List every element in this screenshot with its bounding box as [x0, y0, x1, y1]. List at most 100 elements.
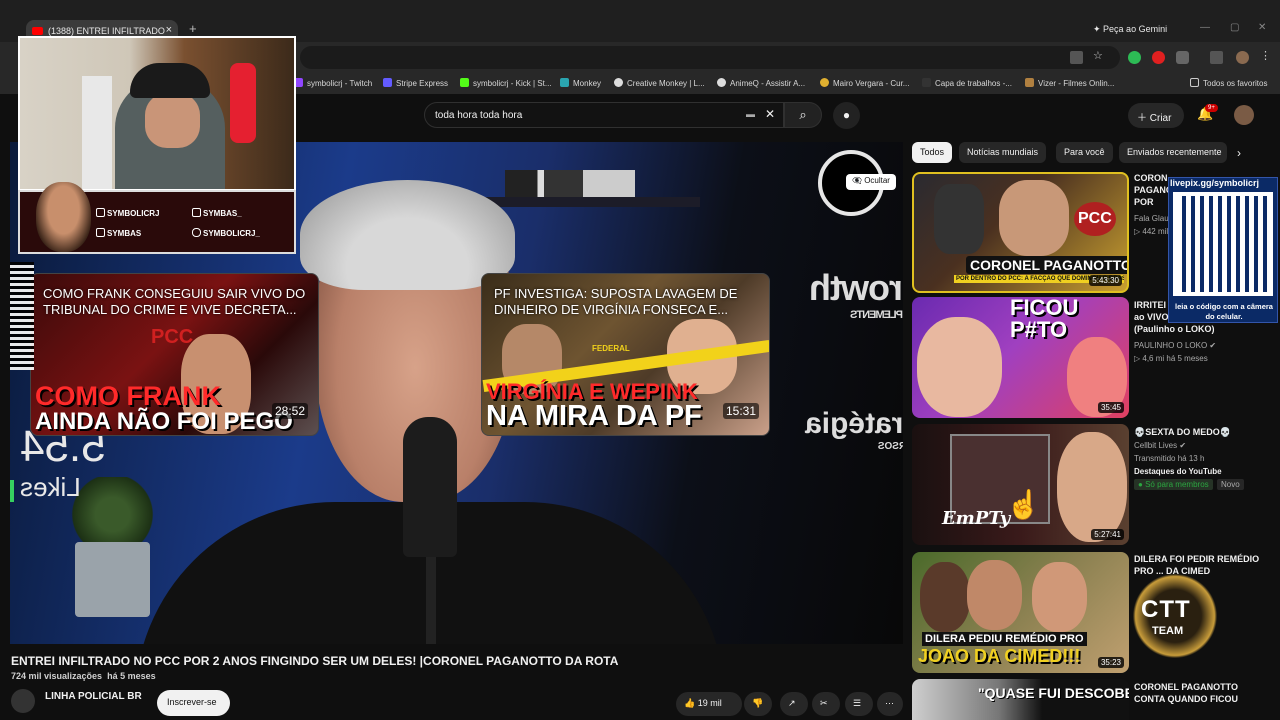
search-value: toda hora toda hora — [435, 110, 523, 121]
new-tab-icon[interactable]: + — [189, 21, 197, 36]
thumb-headline: DILERA PEDIU REMÉDIO PRO — [922, 632, 1087, 646]
members-only-badge: ● Só para membros — [1134, 479, 1213, 490]
likes-word: Likes — [20, 472, 81, 502]
thumb-person — [934, 184, 984, 254]
card-duration: 28:52 — [271, 403, 308, 419]
thumb-person — [1057, 432, 1127, 542]
bookmark-item[interactable]: symbolicrj - Kick | St... — [460, 78, 552, 88]
search-icon: ⌕ — [799, 107, 807, 122]
bookmark-item[interactable]: Monkey — [560, 78, 601, 88]
thumb-duration: 35:45 — [1097, 402, 1124, 413]
extensions-puzzle-icon[interactable] — [1176, 51, 1189, 64]
bookmark-item[interactable]: Vizer - Filmes Onlin... — [1025, 78, 1114, 88]
keyboard-icon[interactable]: ▬ — [746, 109, 755, 119]
close-window-icon[interactable]: ✕ — [1258, 22, 1266, 33]
maximize-icon[interactable]: ▢ — [1230, 22, 1239, 33]
clear-search-icon[interactable]: ✕ — [765, 107, 775, 121]
sidebar-thumbnail[interactable]: DILERA PEDIU REMÉDIO PRO JOAO DA CIMED!!… — [912, 552, 1129, 673]
chip-for-you[interactable]: Para você — [1056, 142, 1113, 163]
video-title: ENTREI INFILTRADO NO PCC POR 2 ANOS FING… — [11, 654, 619, 668]
tab-title: (1388) ENTREI INFILTRADO — [48, 26, 165, 36]
like-count: 19 mil — [697, 698, 722, 708]
bookmark-item[interactable]: symbolicrj - Twitch — [294, 78, 372, 88]
thumb-duration: 5:27:41 — [1091, 529, 1124, 540]
sidebar-video-title[interactable]: 💀SEXTA DO MEDO💀 — [1134, 426, 1264, 438]
youtube-handle: SYMBAS — [96, 228, 141, 238]
card-big-text-2: NA MIRA DA PF — [486, 400, 702, 432]
save-button[interactable]: ☰ — [845, 692, 873, 716]
sidebar-thumbnail[interactable]: "QUASE FUI DESCOBERTO — [912, 679, 1129, 720]
ask-gemini-button[interactable]: ✦ Peça ao Gemini — [1093, 24, 1167, 35]
instagram-icon — [192, 228, 201, 237]
channel-name[interactable]: LINHA POLICIAL BR — [45, 691, 142, 702]
sidebar-meta: ▷ 442 mil — [1134, 227, 1169, 236]
clip-button[interactable]: ✂ — [812, 692, 840, 716]
chevron-right-icon[interactable]: › — [1237, 146, 1241, 160]
thumb-person — [917, 317, 1002, 417]
channel-avatar[interactable] — [11, 689, 35, 713]
bookmark-item[interactable]: AnimeQ - Assistir A... — [717, 78, 805, 88]
thumb-label: PCC — [1074, 202, 1116, 236]
thumb-headline: "QUASE FUI DESCOBERTO — [978, 685, 1129, 701]
chip-recently-uploaded[interactable]: Enviados recentemente — [1119, 142, 1227, 163]
bookmark-item[interactable]: Stripe Express — [383, 78, 448, 88]
extension-red-icon[interactable] — [1152, 51, 1165, 64]
bookmark-item[interactable]: Capa de trabalhos -... — [922, 78, 1012, 88]
livepix-url: livepix.gg/symbolicrj — [1170, 178, 1260, 188]
thumb-duration: 5:43:30 — [1089, 275, 1122, 286]
create-button[interactable]: ＋ Criar — [1128, 103, 1184, 128]
subscribe-button[interactable]: Inscrever-se — [157, 690, 230, 716]
bookshelf-books — [505, 170, 635, 198]
chip-world-news[interactable]: Notícias mundiais — [959, 142, 1047, 163]
sidebar-thumbnail[interactable]: FICOU P#TO 35:45 — [912, 297, 1129, 418]
more-actions-icon[interactable]: ⋯ — [877, 692, 903, 716]
card-label: PCC — [151, 326, 194, 348]
thumb-headline-2: JOAO DA CIMED!!! — [918, 646, 1081, 666]
bookmark-item[interactable]: Creative Monkey | L... — [614, 78, 705, 88]
install-app-icon[interactable] — [1070, 51, 1083, 64]
profile-icon[interactable] — [1236, 51, 1249, 64]
notification-count-badge: 9+ — [1205, 104, 1218, 112]
end-screen-card[interactable]: PCC COMO FRANK CONSEGUIU SAIR VIVO DO TR… — [30, 273, 319, 436]
sidebar-thumbnail[interactable]: PCC CORONEL PAGANOTTO POR DENTRO DO PCC:… — [912, 172, 1129, 293]
end-screen-card[interactable]: FEDERAL PF INVESTIGA: SUPOSTA LAVAGEM DE… — [481, 273, 770, 436]
create-label: Criar — [1149, 113, 1172, 124]
video-meta: 724 mil visualizações há 5 meses — [11, 671, 156, 681]
account-avatar[interactable] — [1234, 105, 1254, 125]
sidebar-thumbnail[interactable]: EmPTy 5:27:41 — [912, 424, 1129, 545]
sidebar-video-title[interactable]: IRRITEI ao VIVO (Paulinho o LOKO) — [1134, 299, 1264, 335]
search-button[interactable]: ⌕ — [784, 102, 822, 128]
address-field[interactable] — [300, 46, 1120, 69]
thumb-headline: CORONEL PAGANOTTO — [966, 256, 1127, 274]
close-tab-icon[interactable]: × — [166, 24, 172, 36]
bookmark-star-icon[interactable]: ☆ — [1093, 49, 1106, 62]
hide-button[interactable]: 👁‍🗨 Ocultar — [846, 174, 896, 190]
card-duration: 15:31 — [722, 403, 759, 419]
thumb-person — [967, 560, 1022, 630]
voice-search-button[interactable]: ● — [833, 102, 860, 129]
sidebar-channel[interactable]: Fala Glau — [1134, 214, 1169, 223]
streamer-webcam — [18, 36, 296, 191]
sidebar-meta: Transmitido há 13 h — [1134, 454, 1205, 463]
instagram-handle: SYMBOLICRJ_ — [192, 228, 260, 238]
sidebar-video-title[interactable]: CORONEL PAGANOTTO POR DENTRO DO PCC: A F… — [1134, 172, 1168, 210]
mic-pole — [426, 557, 436, 644]
minimize-icon[interactable]: — — [1200, 22, 1210, 33]
search-input[interactable]: toda hora toda hora ▬ ✕ — [424, 102, 784, 128]
all-bookmarks-folder[interactable]: Todos os favoritos — [1190, 78, 1267, 88]
menu-kebab-icon[interactable]: ⋮ — [1260, 49, 1271, 62]
extension-green-icon[interactable] — [1128, 51, 1141, 64]
sidebar-video-title[interactable]: CORONEL PAGANOTTO CONTA QUANDO FICOU — [1134, 681, 1264, 705]
host-hair — [300, 180, 515, 290]
share-button[interactable]: ↗ — [780, 692, 808, 716]
chip-all[interactable]: Todos — [912, 142, 953, 163]
ctt-logo-text: CTT — [1141, 596, 1191, 623]
dislike-button[interactable]: 👎 — [744, 692, 772, 716]
like-button[interactable]: 👍 19 mil — [676, 692, 742, 716]
bookmark-item[interactable]: Mairo Vergara - Cur... — [820, 78, 909, 88]
sidebar-channel[interactable]: Cellbit Lives ✔ — [1134, 441, 1186, 450]
qr-code — [1173, 192, 1273, 296]
streamer-avatar — [36, 182, 91, 252]
sidebar-channel[interactable]: PAULINHO O LOKO ✔ — [1134, 341, 1216, 350]
reading-list-icon[interactable] — [1210, 51, 1223, 64]
